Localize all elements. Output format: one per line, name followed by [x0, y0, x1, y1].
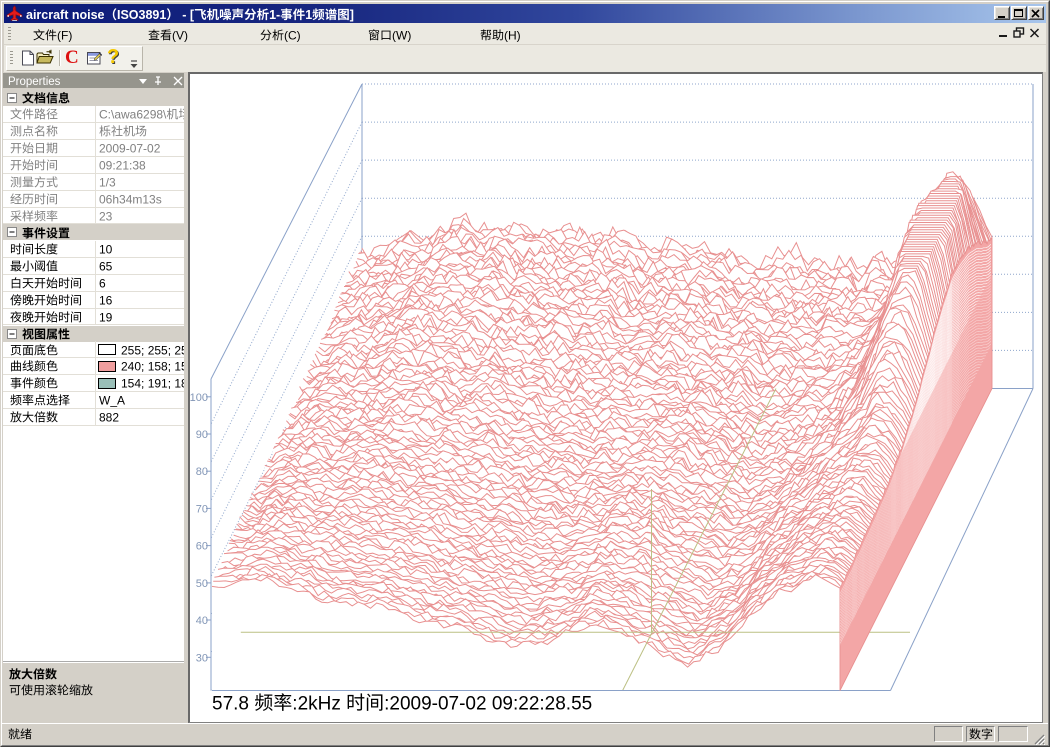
svg-text:ISO3891: ISO3891 — [117, 8, 166, 22]
svg-text:06h34m13s: 06h34m13s — [99, 192, 162, 206]
svg-text:C:\awa6298\: C:\awa6298\ — [99, 107, 167, 121]
svg-text:(C): (C) — [284, 28, 301, 42]
svg-text:255; 255; 255: 255; 255; 255 — [121, 343, 184, 357]
svg-text:]: ] — [350, 8, 354, 22]
svg-text:240; 158; 158: 240; 158; 158 — [121, 360, 184, 374]
svg-text:154; 191; 184: 154; 191; 184 — [121, 377, 184, 391]
svg-text:40: 40 — [196, 615, 208, 627]
svg-text:57.8: 57.8 — [212, 693, 254, 714]
svg-text::2009-07-02 09:22:28.55: :2009-07-02 09:22:28.55 — [384, 693, 592, 714]
svg-text:19: 19 — [99, 310, 113, 324]
svg-text:30: 30 — [196, 652, 208, 664]
svg-text:aircraft noise: aircraft noise — [26, 8, 105, 22]
svg-text:(H): (H) — [504, 28, 521, 42]
svg-text:(W): (W) — [392, 28, 411, 42]
svg-text:50: 50 — [196, 578, 208, 590]
svg-text:10: 10 — [99, 242, 113, 256]
svg-text:1-: 1- — [269, 8, 280, 22]
svg-text:60: 60 — [196, 541, 208, 553]
svg-text:23: 23 — [99, 209, 113, 223]
svg-text:09:21:38: 09:21:38 — [99, 158, 146, 172]
svg-text:90: 90 — [196, 429, 208, 441]
svg-text:(V): (V) — [172, 28, 188, 42]
svg-text:2009-07-02: 2009-07-02 — [99, 141, 161, 155]
svg-text:70: 70 — [196, 503, 208, 515]
svg-text:(F): (F) — [57, 28, 72, 42]
svg-text::2kHz: :2kHz — [292, 693, 346, 714]
svg-text:- [: - [ — [179, 8, 195, 22]
svg-text:80: 80 — [196, 466, 208, 478]
svg-text:Properties: Properties — [8, 76, 61, 88]
svg-text:882: 882 — [99, 411, 119, 425]
svg-text:W_A: W_A — [99, 394, 125, 408]
svg-text:100: 100 — [190, 392, 208, 404]
svg-text:6: 6 — [99, 276, 106, 290]
svg-text:1: 1 — [305, 8, 312, 22]
svg-text:1/3: 1/3 — [99, 175, 116, 189]
svg-text:65: 65 — [99, 259, 113, 273]
svg-text:16: 16 — [99, 293, 113, 307]
